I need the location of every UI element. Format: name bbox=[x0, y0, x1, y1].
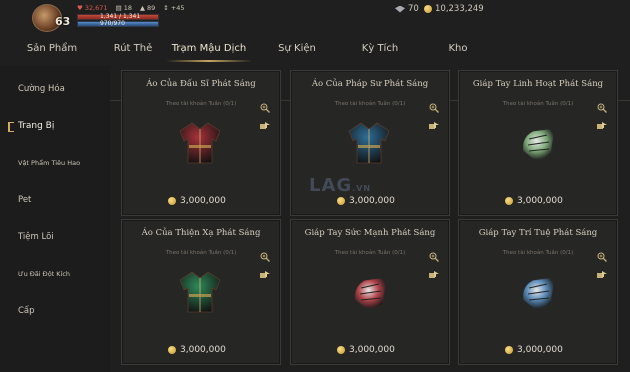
tab-kho[interactable]: Kho bbox=[428, 36, 488, 62]
purchase-limit: Theo tài khoản Tuần (0/1) bbox=[502, 250, 574, 256]
power-icon: ♥ bbox=[77, 4, 83, 12]
active-category-marker bbox=[8, 122, 14, 132]
item-name: Giáp Tay Linh Hoạt Phát Sáng bbox=[472, 79, 604, 89]
robe-item-icon bbox=[172, 115, 228, 171]
purchase-limit: Theo tài khoản Tuần (0/1) bbox=[334, 101, 406, 107]
tab-su-kien[interactable]: Sự Kiện bbox=[262, 36, 332, 62]
main-tabs: Sản Phẩm Rút Thẻ Trạm Mậu Dịch Sự Kiện K… bbox=[0, 36, 630, 101]
watermark-suffix: .VN bbox=[352, 184, 372, 193]
gold-coin-icon bbox=[505, 346, 513, 354]
tab-ky-tich[interactable]: Kỳ Tích bbox=[345, 36, 415, 62]
player-stats: ♥ 32,671 ▤ 18 ▲ 89 ↕ +45 bbox=[77, 4, 184, 12]
price-value: 3,000,000 bbox=[517, 345, 563, 355]
purchase-limit: Theo tài khoản Tuần (0/1) bbox=[165, 250, 237, 256]
compare-icon[interactable] bbox=[597, 115, 607, 129]
item-name: Giáp Tay Trí Tuệ Phát Sáng bbox=[478, 228, 598, 238]
zoom-in-icon[interactable] bbox=[597, 98, 607, 113]
arrow-icon: ↕ bbox=[163, 4, 169, 12]
item-name: Áo Của Pháp Sư Phát Sáng bbox=[311, 79, 429, 89]
stat-c: ↕ +45 bbox=[163, 4, 184, 12]
stat-a: ▤ 18 bbox=[116, 4, 132, 12]
compare-icon[interactable] bbox=[260, 115, 270, 129]
sidebar-item-tiem-loi[interactable]: Tiệm Lõi bbox=[18, 232, 54, 242]
item-card[interactable]: Áo Của Đấu Sĩ Phát Sáng Theo tài khoản T… bbox=[121, 70, 281, 216]
item-price: 3,000,000 bbox=[168, 196, 226, 206]
mp-text: 970/970 bbox=[100, 20, 125, 27]
sidebar-item-trang-bi[interactable]: Trang Bị bbox=[18, 121, 54, 131]
price-value: 3,000,000 bbox=[180, 345, 226, 355]
gold-amount: 10,233,249 bbox=[435, 4, 484, 14]
tab-tram-mau-dich[interactable]: Trạm Mậu Dịch bbox=[166, 36, 252, 62]
zoom-in-icon[interactable] bbox=[597, 247, 607, 262]
watermark: LAG.VN bbox=[309, 175, 371, 196]
stat-b-value: 89 bbox=[147, 4, 156, 12]
sidebar-item-vat-pham-tieu-hao[interactable]: Vật Phẩm Tiêu Hao bbox=[18, 159, 80, 167]
player-level: 63 bbox=[55, 15, 71, 28]
item-name: Áo Của Thiện Xạ Phát Sáng bbox=[141, 228, 261, 238]
gauntlet-item-icon bbox=[509, 264, 565, 320]
gold-coin-icon bbox=[337, 197, 345, 205]
combat-power-stat: ♥ 32,671 bbox=[77, 4, 108, 12]
flask-icon: ▲ bbox=[140, 4, 146, 12]
stat-b: ▲ 89 bbox=[140, 4, 155, 12]
gold-coin-icon bbox=[168, 197, 176, 205]
sidebar-item-cuong-hoa[interactable]: Cường Hóa bbox=[18, 84, 65, 94]
gem-icon bbox=[395, 5, 405, 13]
book-icon: ▤ bbox=[115, 4, 122, 12]
price-value: 3,000,000 bbox=[349, 345, 395, 355]
robe-item-icon bbox=[341, 115, 397, 171]
gauntlet-item-icon bbox=[341, 264, 397, 320]
gem-balance: 70 bbox=[395, 4, 419, 14]
compare-icon[interactable] bbox=[597, 264, 607, 278]
robe-item-icon bbox=[172, 264, 228, 320]
stat-c-value: +45 bbox=[170, 4, 185, 12]
watermark-main: LAG bbox=[309, 175, 353, 196]
item-card[interactable]: Giáp Tay Linh Hoạt Phát Sáng Theo tài kh… bbox=[458, 70, 618, 216]
active-tab-indicator bbox=[166, 60, 252, 62]
item-name: Áo Của Đấu Sĩ Phát Sáng bbox=[146, 79, 256, 89]
purchase-limit: Theo tài khoản Tuần (0/1) bbox=[334, 250, 406, 256]
top-status-bar: 63 ♥ 32,671 ▤ 18 ▲ 89 ↕ +45 1,341 / 1,34… bbox=[0, 0, 630, 32]
item-card[interactable]: Giáp Tay Sức Mạnh Phát Sáng Theo tài kho… bbox=[290, 219, 450, 365]
item-price: 3,000,000 bbox=[168, 345, 226, 355]
zoom-in-icon[interactable] bbox=[260, 247, 270, 262]
sidebar-item-cap[interactable]: Cấp bbox=[18, 306, 35, 316]
price-value: 3,000,000 bbox=[349, 196, 395, 206]
item-price: 3,000,000 bbox=[337, 196, 395, 206]
gold-coin-icon bbox=[337, 346, 345, 354]
price-value: 3,000,000 bbox=[180, 196, 226, 206]
zoom-in-icon[interactable] bbox=[429, 98, 439, 113]
gold-coin-icon bbox=[424, 5, 432, 13]
compare-icon[interactable] bbox=[429, 115, 439, 129]
gold-balance: 10,233,249 bbox=[424, 4, 484, 14]
mp-bar: 970/970 bbox=[77, 20, 159, 27]
category-sidebar: Cường Hóa Trang Bị Vật Phẩm Tiêu Hao Pet… bbox=[0, 66, 110, 372]
price-value: 3,000,000 bbox=[517, 196, 563, 206]
item-price: 3,000,000 bbox=[505, 196, 563, 206]
item-name: Giáp Tay Sức Mạnh Phát Sáng bbox=[304, 228, 436, 238]
gold-coin-icon bbox=[168, 346, 176, 354]
zoom-in-icon[interactable] bbox=[429, 247, 439, 262]
item-card[interactable]: Giáp Tay Trí Tuệ Phát Sáng Theo tài khoả… bbox=[458, 219, 618, 365]
gauntlet-item-icon bbox=[509, 115, 565, 171]
compare-icon[interactable] bbox=[429, 264, 439, 278]
tab-rut-the[interactable]: Rút Thẻ bbox=[98, 36, 168, 62]
combat-power-value: 32,671 bbox=[84, 4, 108, 12]
stat-a-value: 18 bbox=[123, 4, 133, 12]
zoom-in-icon[interactable] bbox=[260, 98, 270, 113]
purchase-limit: Theo tài khoản Tuần (0/1) bbox=[502, 101, 574, 107]
tab-san-pham[interactable]: Sản Phẩm bbox=[12, 36, 92, 62]
gem-amount: 70 bbox=[408, 4, 419, 14]
sidebar-item-pet[interactable]: Pet bbox=[18, 195, 31, 205]
compare-icon[interactable] bbox=[260, 264, 270, 278]
gold-coin-icon bbox=[505, 197, 513, 205]
sidebar-item-uu-dai-dot-kich[interactable]: Ưu Đãi Đột Kích bbox=[18, 270, 70, 278]
item-price: 3,000,000 bbox=[505, 345, 563, 355]
purchase-limit: Theo tài khoản Tuần (0/1) bbox=[165, 101, 237, 107]
hp-text: 1,341 / 1,341 bbox=[100, 13, 141, 20]
item-card[interactable]: Áo Của Thiện Xạ Phát Sáng Theo tài khoản… bbox=[121, 219, 281, 365]
item-price: 3,000,000 bbox=[337, 345, 395, 355]
